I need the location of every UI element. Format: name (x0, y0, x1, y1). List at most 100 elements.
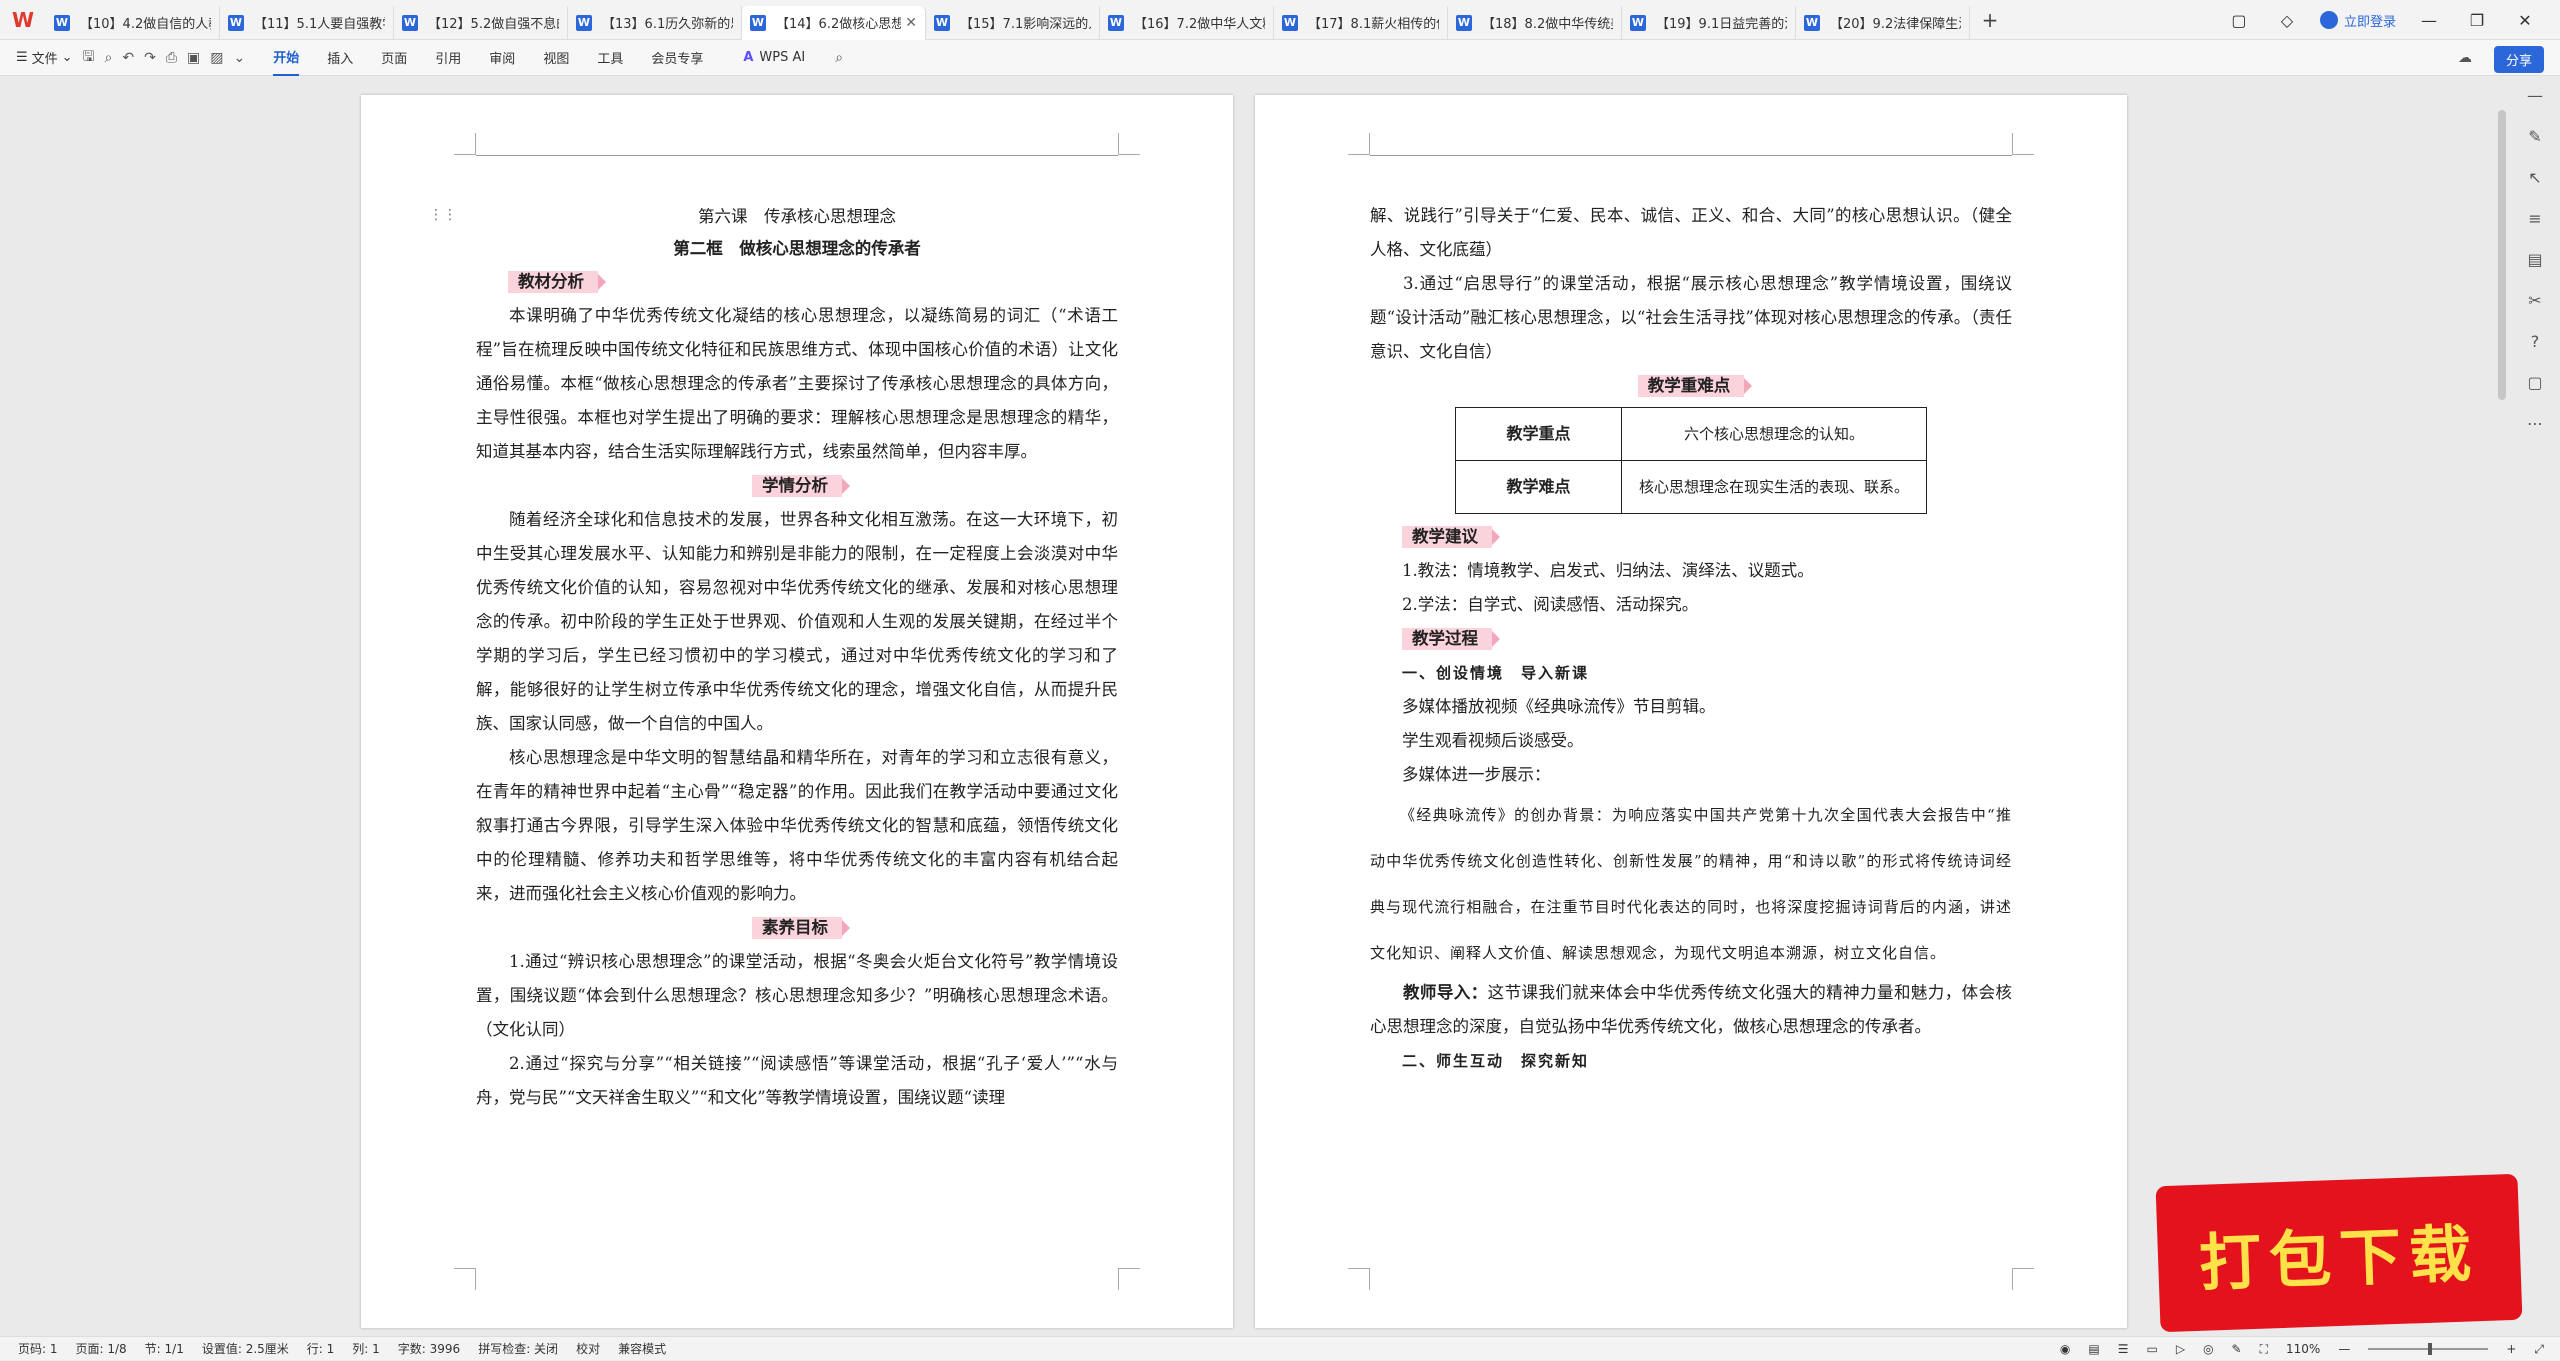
doc-tab[interactable]: W 【12】5.2做自强不息的中国人 (394, 5, 568, 40)
paragraph: 1.教法：情境教学、启发式、归纳法、演绎法、议题式。 (1402, 561, 1814, 580)
menu-review[interactable]: 审阅 (489, 40, 515, 75)
doc-tab[interactable]: W 【18】8.2做中华传统美德的 (1448, 5, 1622, 40)
step-heading: 一、创设情境 导入新课 (1402, 664, 1590, 682)
status-col[interactable]: 列: 1 (352, 1340, 380, 1357)
doc-tab[interactable]: W 【16】7.2做中华人文精神的 (1100, 5, 1274, 40)
key-points-table: 教学重点 六个核心思想理念的认知。 教学难点 核心思想理念在现实生活的表现、联系。 (1455, 407, 1927, 514)
cloud-sync-icon[interactable]: ☁ (2458, 50, 2472, 66)
file-label: 文件 (31, 52, 58, 67)
play-icon[interactable]: ▷ (2176, 1342, 2185, 1356)
doc-tab[interactable]: W 【11】5.1人要自强教学设计 (220, 5, 394, 40)
translate-icon[interactable]: ▤ (2527, 250, 2542, 269)
menu-page[interactable]: 页面 (381, 40, 407, 75)
status-page-label[interactable]: 页码: 1 (18, 1340, 58, 1357)
download-promo-badge[interactable]: 打包下载 (2155, 1173, 2523, 1333)
status-setting[interactable]: 设置值: 2.5厘米 (202, 1340, 289, 1357)
window-layout-icon[interactable]: ▢ (2224, 11, 2254, 30)
print-icon[interactable]: ⎙ (166, 50, 177, 66)
close-tab-icon[interactable]: ✕ (905, 15, 917, 31)
image-icon[interactable]: ▨ (210, 50, 223, 66)
doc-tab[interactable]: W 【20】9.2法律保障生活教学 (1796, 5, 1970, 40)
status-spellcheck[interactable]: 拼写检查: 关闭 (478, 1340, 558, 1357)
fullscreen-icon[interactable]: ⤢ (2534, 1342, 2544, 1357)
menu-insert[interactable]: 插入 (327, 40, 353, 75)
doc-tab[interactable]: W 【13】6.1历久弥新的思想理念 (568, 5, 742, 40)
export-pdf-icon[interactable]: ▣ (187, 50, 200, 66)
document-page-1[interactable]: ⋮⋮ 第六课 传承核心思想理念 第二框 做核心思想理念的传承者 教材分析 本课明… (361, 95, 1233, 1328)
cube-icon[interactable]: ◇ (2272, 11, 2302, 30)
zoom-in-icon[interactable]: + (2506, 1342, 2516, 1356)
page-view-icon[interactable]: ▤ (2088, 1342, 2099, 1356)
status-word-count[interactable]: 字数: 3996 (398, 1340, 460, 1357)
section-heading: 教学过程 (1402, 628, 1500, 650)
drag-handle-icon[interactable]: ⋮⋮ (429, 207, 457, 223)
fit-icon[interactable]: ⛶ (2260, 1342, 2268, 1357)
paragraph: 教师导入：这节课我们就来体会中华优秀传统文化强大的精神力量和魅力，体会核心思想理… (1370, 976, 2012, 1044)
help-icon[interactable]: ? (2531, 332, 2540, 351)
word-doc-icon: W (1108, 14, 1124, 31)
wps-ai-button[interactable]: A WPS AI (743, 50, 805, 65)
status-pages[interactable]: 页面: 1/8 (76, 1340, 127, 1357)
paragraph: 随着经济全球化和信息技术的发展，世界各种文化相互激荡。在这一大环境下，初中生受其… (476, 510, 1118, 733)
minimize-icon[interactable]: — (2414, 11, 2444, 30)
menu-reference[interactable]: 引用 (435, 40, 461, 75)
lesson-subtitle: 第二框 做核心思想理念的传承者 (673, 239, 921, 258)
doc-tab[interactable]: W 【15】7.1影响深远的人文精神 (926, 5, 1100, 40)
wps-logo-icon[interactable]: W (0, 0, 46, 40)
zoom-slider[interactable] (2368, 1343, 2489, 1355)
more-chevron-icon[interactable]: ⌄ (234, 50, 246, 66)
paragraph: 多媒体进一步展示： (1402, 765, 1551, 784)
page-content: 第六课 传承核心思想理念 第二框 做核心思想理念的传承者 教材分析 本课明确了中… (476, 201, 1118, 1115)
close-window-icon[interactable]: ✕ (2510, 11, 2540, 30)
status-proofread[interactable]: 校对 (576, 1340, 600, 1357)
paragraph: 核心思想理念是中华文明的智慧结晶和精华所在，对青年的学习和立志很有意义，在青年的… (476, 748, 1118, 903)
tab-label: 【16】7.2做中华人文精神的 (1134, 17, 1265, 32)
doc-tab[interactable]: W 【10】4.2做自信的人教学设计 (46, 5, 220, 40)
file-menu[interactable]: ☰ 文件 ⌄ (16, 48, 73, 67)
paragraph: 本课明确了中华优秀传统文化凝结的核心思想理念，以凝练简易的词汇（“术语工程”旨在… (476, 306, 1118, 461)
new-tab-button[interactable]: + (1970, 8, 2010, 32)
menu-view[interactable]: 视图 (543, 40, 569, 75)
word-doc-icon: W (228, 14, 244, 31)
box-icon[interactable]: ▢ (2527, 373, 2542, 392)
doc-tab[interactable]: W 【17】8.1薪火相传的传统美德 (1274, 5, 1448, 40)
word-doc-icon: W (750, 14, 766, 31)
more-icon[interactable]: ⋯ (2527, 414, 2543, 433)
search-icon[interactable]: ⌕ (835, 50, 843, 66)
zoom-out-icon[interactable]: — (2338, 1342, 2350, 1356)
doc-tab-active[interactable]: W 【14】6.2做核心思想理念 ✕ (742, 5, 926, 40)
document-page-2[interactable]: 解、说践行”引导关于“仁爱、民本、诚信、正义、和合、大同”的核心思想认识。（健全… (1255, 95, 2127, 1328)
style-icon[interactable]: ≡ (2528, 209, 2541, 228)
login-label: 立即登录 (2343, 14, 2396, 30)
status-compat-mode[interactable]: 兼容模式 (618, 1340, 666, 1357)
table-row: 教学难点 核心思想理念在现实生活的表现、联系。 (1455, 460, 1927, 514)
wps-ai-label: WPS AI (759, 50, 806, 65)
reading-view-icon[interactable]: ▭ (2146, 1342, 2157, 1356)
outline-view-icon[interactable]: ☰ (2118, 1342, 2129, 1356)
menu-tools[interactable]: 工具 (597, 40, 623, 75)
pen-icon[interactable]: ✎ (2232, 1342, 2242, 1356)
save-icon[interactable]: 🖫 (83, 46, 95, 70)
tools-icon[interactable]: ✂ (2528, 291, 2541, 310)
select-cursor-icon[interactable]: ↖ (2528, 168, 2541, 187)
status-section[interactable]: 节: 1/1 (145, 1340, 184, 1357)
section-heading: 教学重难点 (1637, 375, 1752, 397)
menu-member[interactable]: 会员专享 (651, 40, 703, 75)
eye-icon[interactable]: ◉ (2060, 1342, 2070, 1356)
doc-tab[interactable]: W 【19】9.1日益完善的法律体系 (1622, 5, 1796, 40)
redo-icon[interactable]: ↷ (144, 50, 156, 66)
search-replace-icon[interactable]: ⌕ (105, 50, 113, 66)
pen-icon[interactable]: ✎ (2528, 127, 2541, 146)
undo-icon[interactable]: ↶ (122, 50, 134, 66)
share-button[interactable]: 分享 (2493, 46, 2544, 73)
word-doc-icon: W (54, 14, 70, 31)
restore-icon[interactable]: ❐ (2462, 11, 2492, 30)
status-row[interactable]: 行: 1 (307, 1340, 335, 1357)
collapse-icon[interactable]: — (2527, 86, 2543, 105)
login-button[interactable]: 立即登录 (2319, 11, 2396, 30)
ribbon-bar: ☰ 文件 ⌄ 🖫 ⌕ ↶ ↷ ⎙ ▣ ▨ ⌄ 开始 插入 页面 引用 审阅 视图 工… (0, 40, 2560, 76)
web-view-icon[interactable]: ◎ (2203, 1342, 2213, 1356)
menu-home[interactable]: 开始 (273, 39, 300, 76)
zoom-level[interactable]: 110% (2286, 1342, 2320, 1356)
vertical-scrollbar[interactable] (2498, 110, 2506, 400)
